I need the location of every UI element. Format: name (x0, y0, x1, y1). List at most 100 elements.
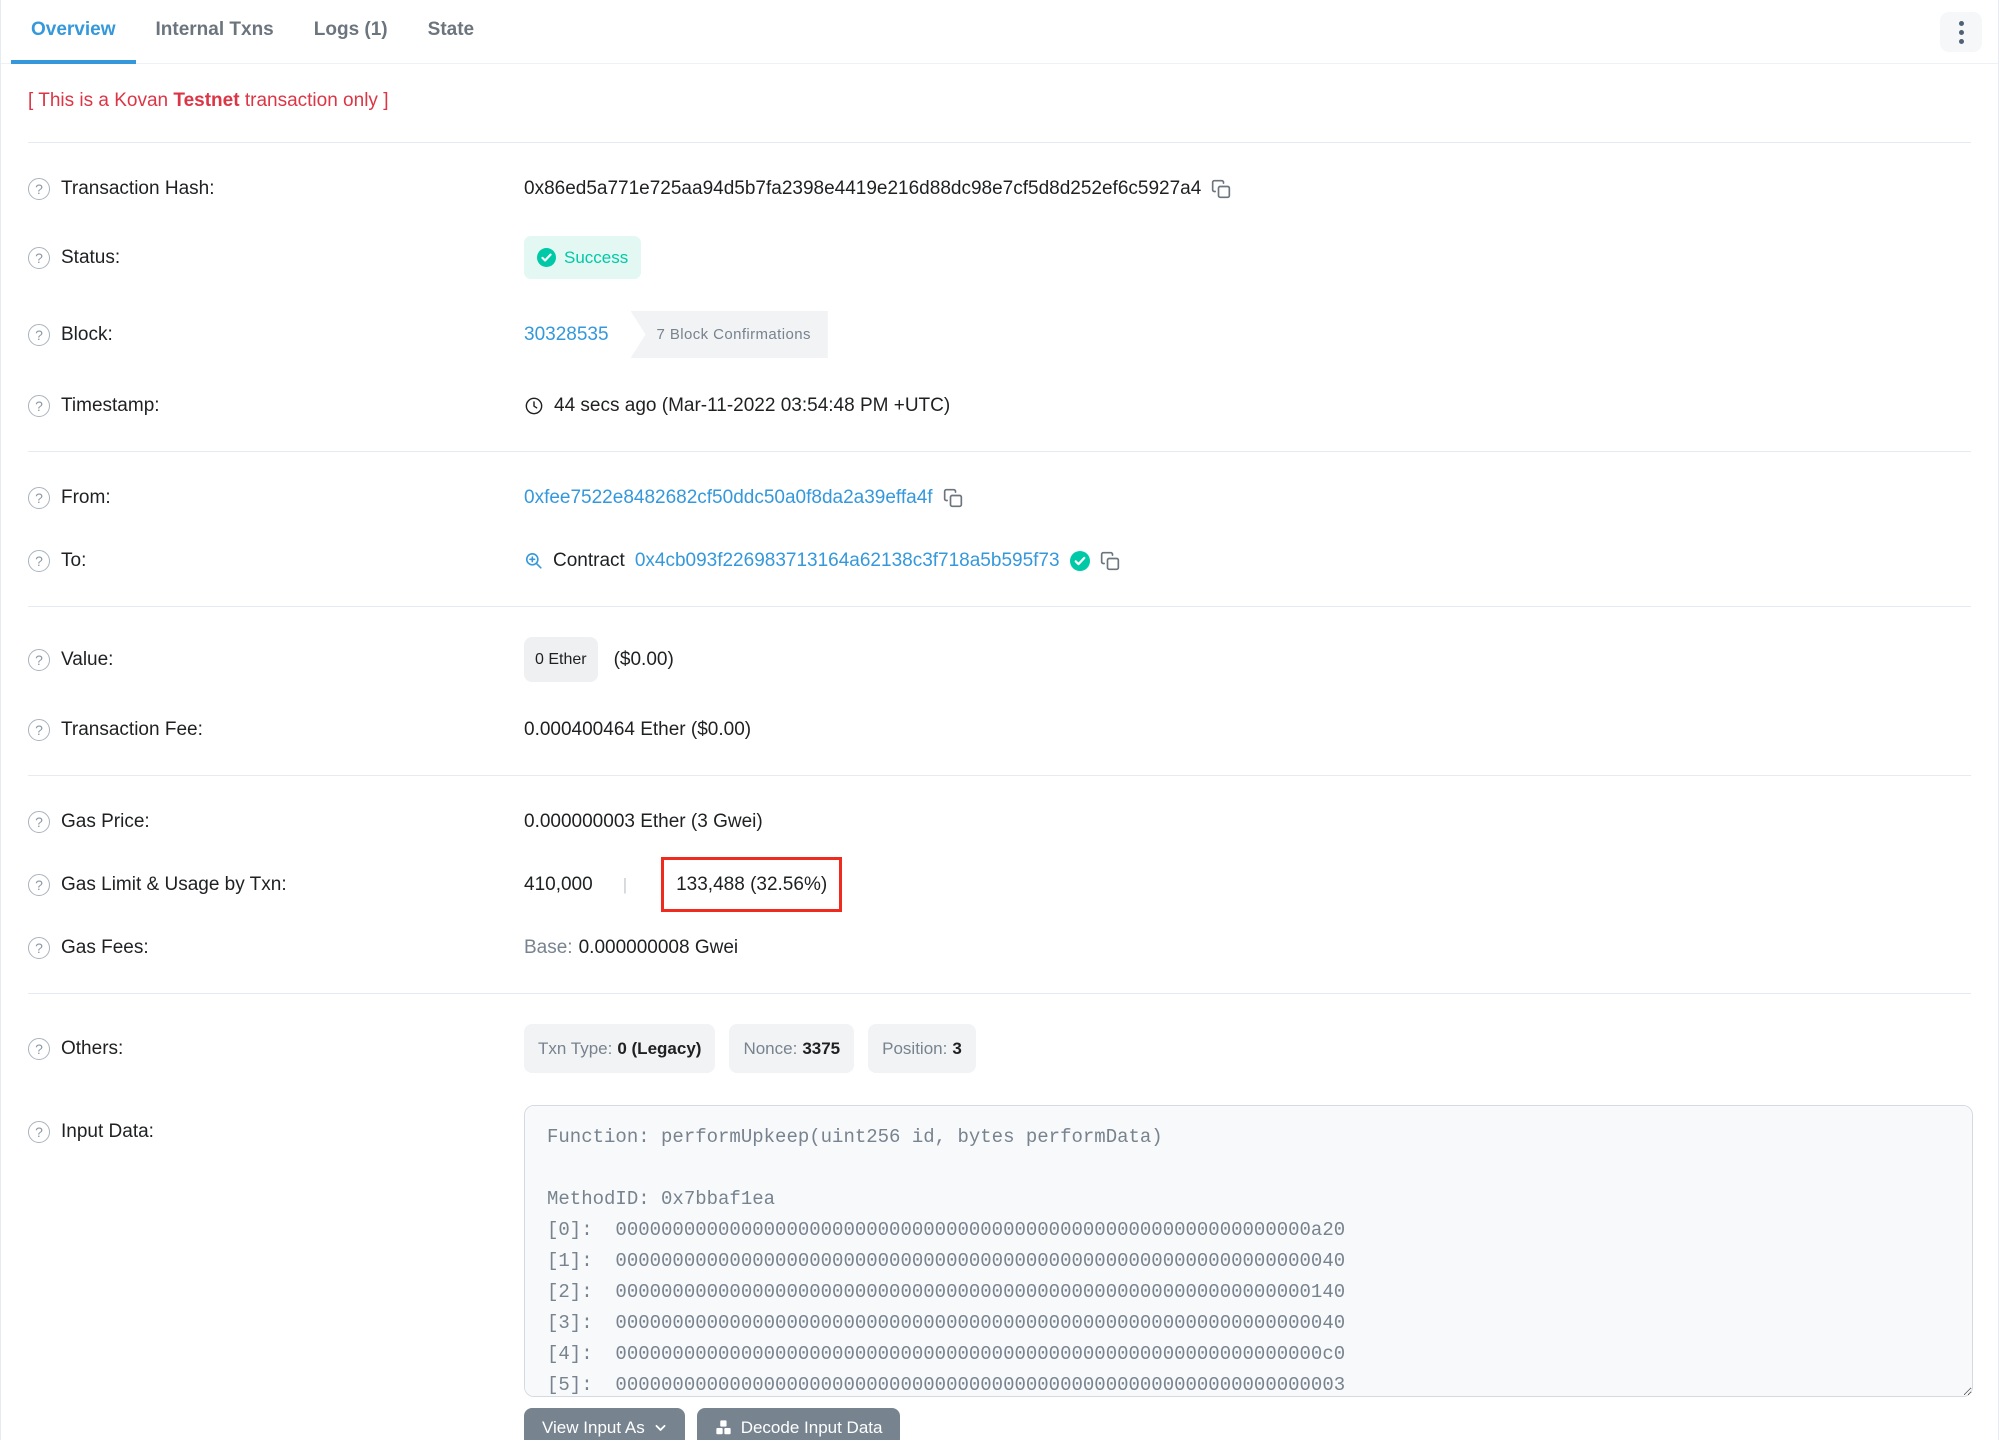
cubes-icon (715, 1419, 732, 1436)
verified-check-icon (1069, 550, 1090, 571)
help-icon[interactable]: ? (28, 549, 50, 572)
to-label: ? To: (28, 545, 524, 576)
kebab-dot (1958, 29, 1964, 35)
transaction-hash-label: ? Transaction Hash: (28, 173, 524, 204)
position-key: Position: (882, 1039, 948, 1058)
help-icon[interactable]: ? (28, 246, 50, 269)
section-addresses: ? From: 0xfee7522e8482682cf50ddc50a0f8da… (1, 452, 1998, 606)
decode-input-data-label: Decode Input Data (740, 1417, 883, 1437)
copy-icon[interactable] (943, 488, 963, 508)
txn-type-key: Txn Type: (538, 1039, 613, 1058)
transaction-hash-value: 0x86ed5a771e725aa94d5b7fa2398e4419e216d8… (524, 178, 1202, 199)
label-text: Value: (61, 649, 114, 670)
label-text: Gas Price: (61, 811, 150, 832)
help-icon[interactable]: ? (28, 486, 50, 509)
row-from: ? From: 0xfee7522e8482682cf50ddc50a0f8da… (28, 466, 1971, 529)
gas-price-label: ? Gas Price: (28, 806, 524, 837)
help-icon[interactable]: ? (28, 718, 50, 741)
label-text: Input Data: (61, 1121, 154, 1142)
view-input-as-label: View Input As (542, 1417, 645, 1437)
input-data-label: ? Input Data: (28, 1116, 524, 1147)
kebab-dot (1958, 20, 1964, 26)
tab-bar: Overview Internal Txns Logs (1) State (1, 0, 1998, 64)
help-icon[interactable]: ? (28, 873, 50, 896)
help-icon[interactable]: ? (28, 936, 50, 959)
base-fee-label: Base: (524, 937, 573, 958)
copy-icon[interactable] (1211, 179, 1231, 199)
notice-suffix: transaction only ] (239, 90, 389, 111)
gas-limit-label: ? Gas Limit & Usage by Txn: (28, 869, 524, 900)
from-label: ? From: (28, 482, 524, 513)
label-text: Transaction Fee: (61, 719, 203, 740)
label-text: Gas Limit & Usage by Txn: (61, 874, 287, 895)
transaction-fee-label: ? Transaction Fee: (28, 714, 524, 745)
section-gas: ? Gas Price: 0.000000003 Ether (3 Gwei) … (1, 776, 1998, 993)
row-transaction-hash: ? Transaction Hash: 0x86ed5a771e725aa94d… (28, 157, 1971, 220)
decode-input-data-button[interactable]: Decode Input Data (696, 1408, 901, 1440)
position-value: 3 (952, 1039, 962, 1058)
notice-prefix: [ This is a Kovan (28, 90, 174, 111)
gas-usage-value: 133,488 (32.56%) (676, 874, 828, 895)
block-confirmations-badge: 7 Block Confirmations (630, 311, 828, 358)
gas-limit-value: 410,000 (524, 874, 593, 895)
label-text: Gas Fees: (61, 937, 149, 958)
help-icon[interactable]: ? (28, 177, 50, 200)
input-data-textarea[interactable]: Function: performUpkeep(uint256 id, byte… (524, 1105, 1973, 1397)
nonce-key: Nonce: (743, 1039, 798, 1058)
clock-icon (524, 396, 544, 416)
kebab-dot (1958, 38, 1964, 44)
nonce-value: 3375 (802, 1039, 841, 1058)
base-fee-value: 0.000000008 Gwei (578, 937, 739, 958)
section-others-input: ? Others: Txn Type: 0 (Legacy) Nonce: 3375… (1, 994, 1998, 1440)
label-text: Others: (61, 1038, 124, 1059)
row-block: ? Block: 30328535 7 Block Confirmations (28, 295, 1971, 374)
annotation-highlight-box: 133,488 (32.56%) (661, 857, 843, 912)
to-address-link[interactable]: 0x4cb093f226983713164a62138c3f718a5b595f… (635, 545, 1060, 576)
copy-icon[interactable] (1100, 551, 1120, 571)
row-others: ? Others: Txn Type: 0 (Legacy) Nonce: 3375… (28, 1008, 1971, 1089)
tab-internal-txns[interactable]: Internal Txns (136, 0, 294, 64)
block-label: ? Block: (28, 319, 524, 350)
help-icon[interactable]: ? (28, 323, 50, 346)
row-timestamp: ? Timestamp: 44 secs ago (Mar-11-2022 03… (28, 374, 1971, 437)
input-data-actions: View Input As Decode Input Data (524, 1408, 1971, 1440)
label-text: Status: (61, 247, 121, 268)
tab-state[interactable]: State (408, 0, 494, 64)
value-label: ? Value: (28, 644, 524, 675)
kebab-menu-icon[interactable] (1940, 12, 1982, 52)
label-text: Transaction Hash: (61, 178, 215, 199)
timestamp-value: 44 secs ago (Mar-11-2022 03:54:48 PM +UT… (554, 395, 951, 416)
help-icon[interactable]: ? (28, 1037, 50, 1060)
label-text: To: (61, 550, 87, 571)
gas-price-value: 0.000000003 Ether (3 Gwei) (524, 811, 763, 832)
status-badge: Success (524, 236, 642, 279)
row-to: ? To: Contract 0x4cb093f226983713164a621… (28, 529, 1971, 592)
timestamp-label: ? Timestamp: (28, 390, 524, 421)
label-text: Timestamp: (61, 395, 160, 416)
testnet-notice: [ This is a Kovan Testnet transaction on… (1, 64, 1998, 142)
from-address-link[interactable]: 0xfee7522e8482682cf50ddc50a0f8da2a39effa… (524, 482, 933, 513)
ether-value-badge: 0 Ether (524, 637, 598, 682)
position-badge: Position: 3 (868, 1024, 976, 1073)
txn-type-badge: Txn Type: 0 (Legacy) (524, 1024, 716, 1073)
row-transaction-fee: ? Transaction Fee: 0.000400464 Ether ($0… (28, 698, 1971, 761)
row-input-data: ? Input Data: Function: performUpkeep(ui… (28, 1089, 1973, 1440)
help-icon[interactable]: ? (28, 648, 50, 671)
block-number-link[interactable]: 30328535 (524, 319, 609, 350)
help-icon[interactable]: ? (28, 1120, 50, 1143)
notice-bold: Testnet (173, 90, 240, 111)
help-icon[interactable]: ? (28, 810, 50, 833)
usd-value: ($0.00) (613, 649, 674, 670)
view-input-as-button[interactable]: View Input As (524, 1408, 685, 1440)
help-icon[interactable]: ? (28, 394, 50, 417)
row-gas-fees: ? Gas Fees: Base: 0.000000008 Gwei (28, 916, 1971, 979)
label-text: From: (61, 487, 111, 508)
magnifier-plus-icon[interactable] (524, 551, 543, 570)
status-label: ? Status: (28, 242, 524, 273)
chevron-down-icon (654, 1421, 667, 1434)
tab-logs[interactable]: Logs (1) (294, 0, 408, 64)
section-overview-top: ? Transaction Hash: 0x86ed5a771e725aa94d… (1, 143, 1998, 451)
label-text: Block: (61, 324, 113, 345)
tab-overview[interactable]: Overview (11, 0, 136, 64)
row-gas-limit-usage: ? Gas Limit & Usage by Txn: 410,000 | 13… (28, 853, 1971, 916)
